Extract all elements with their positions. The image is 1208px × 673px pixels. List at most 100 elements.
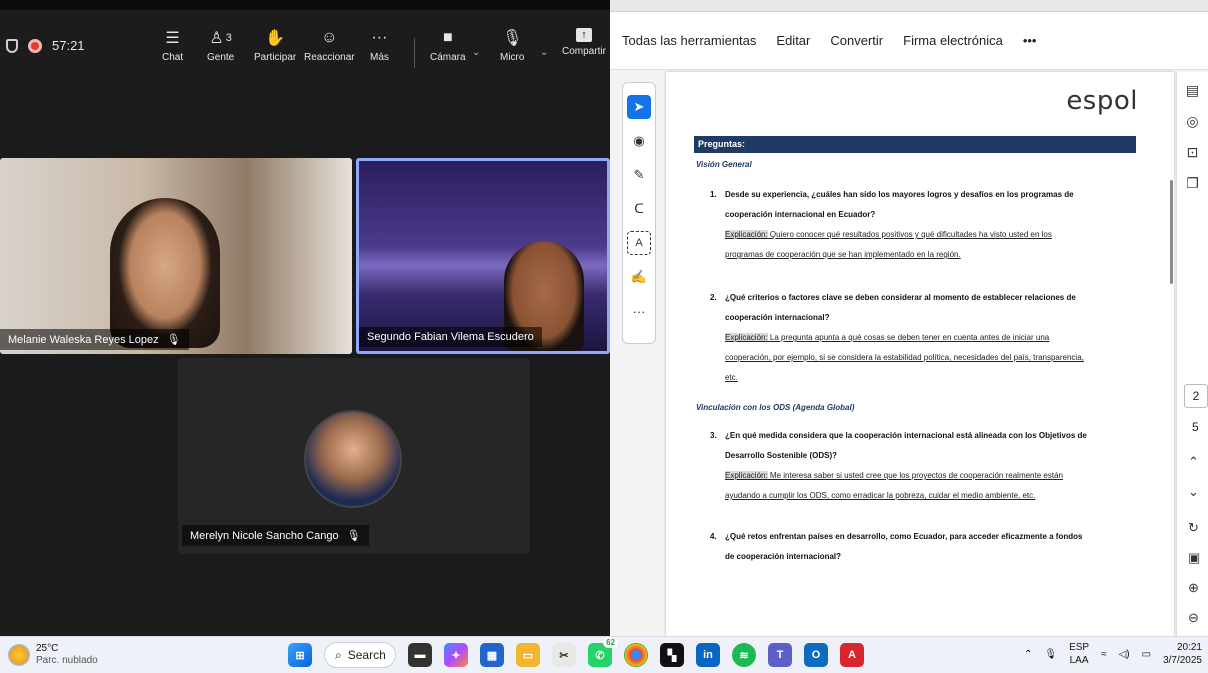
record-icon[interactable] bbox=[28, 38, 42, 53]
video-tile[interactable]: Melanie Waleska Reyes Lopez 🎙 bbox=[0, 158, 352, 354]
text-box-icon[interactable]: A bbox=[627, 231, 651, 255]
ai-assistant-icon[interactable]: ▤ bbox=[1186, 82, 1199, 99]
explanation-label: Explicación: bbox=[725, 230, 768, 239]
question-text: ¿Qué retos enfrentan países en desarroll… bbox=[725, 532, 1083, 541]
video-tile-active-speaker[interactable]: Segundo Fabian Vilema Escudero bbox=[356, 158, 610, 354]
people-button[interactable]: ♙ 3 Gente bbox=[207, 28, 234, 63]
video-tile[interactable]: Merelyn Nicole Sancho Cango 🎙 bbox=[178, 358, 530, 554]
menu-more[interactable]: ••• bbox=[1023, 33, 1037, 48]
explanation-text: Quiero conocer qué resultados positivos … bbox=[767, 230, 1052, 239]
raise-hand-icon: ✋ bbox=[265, 30, 286, 47]
mic-button[interactable]: 🎙 Micro bbox=[500, 28, 524, 63]
participant-name-tag: Segundo Fabian Vilema Escudero bbox=[359, 327, 542, 347]
system-tray: ⌃ 🎙 ESP LAA ≈ ◁) ▭ 20:21 3/7/2025 bbox=[1024, 641, 1202, 667]
windows-start-icon[interactable]: ⊞ bbox=[288, 643, 312, 667]
question-number: 3. bbox=[710, 431, 717, 440]
bookmarks-icon[interactable]: ⊡ bbox=[1187, 144, 1199, 161]
language-indicator[interactable]: ESP LAA bbox=[1069, 641, 1089, 667]
mic-muted-icon[interactable]: 🎙 bbox=[1044, 649, 1057, 660]
chat-icon: ☰ bbox=[165, 30, 180, 47]
task-view-icon[interactable]: ▬ bbox=[408, 643, 432, 667]
vertical-scrollbar[interactable] bbox=[1170, 180, 1173, 284]
question-explanation: Explicación: La pregunta apunta a qué co… bbox=[725, 328, 1130, 348]
highlight-pen-icon[interactable]: ✎ bbox=[627, 163, 651, 187]
shield-icon[interactable] bbox=[6, 38, 18, 53]
page-fit-icon[interactable]: ▣ bbox=[1188, 550, 1200, 566]
teams-icon[interactable]: T bbox=[768, 643, 792, 667]
explanation-label: Explicación: bbox=[725, 471, 768, 480]
mic-muted-icon: 🎙 bbox=[346, 530, 361, 542]
date: 3/7/2025 bbox=[1163, 655, 1202, 666]
question-item: 4. ¿Qué retos enfrentan países en desarr… bbox=[710, 527, 1130, 567]
explanation-text: cooperación, por ejemplo, si se consider… bbox=[725, 353, 1084, 362]
comments-icon[interactable]: ◎ bbox=[1186, 113, 1198, 130]
camera-button[interactable]: ■ Cámara bbox=[430, 28, 466, 63]
mic-muted-icon: 🎙 bbox=[166, 334, 181, 346]
mic-chevron-icon[interactable]: ⌄ bbox=[540, 47, 548, 58]
comment-icon[interactable]: ◉ bbox=[627, 129, 651, 153]
share-button[interactable]: ↑ Compartir bbox=[562, 28, 606, 57]
participant-name-tag: Melanie Waleska Reyes Lopez 🎙 bbox=[0, 329, 189, 350]
copilot-icon[interactable]: ✦ bbox=[444, 643, 468, 667]
pages-icon[interactable]: ❐ bbox=[1186, 175, 1199, 192]
menu-convert[interactable]: Convertir bbox=[830, 33, 883, 48]
whatsapp-icon[interactable]: ✆ 62 bbox=[588, 637, 618, 667]
search-icon: ⌕ bbox=[335, 647, 342, 662]
share-label: Compartir bbox=[562, 46, 606, 57]
page-total: 5 bbox=[1192, 420, 1199, 434]
file-explorer-icon[interactable]: ▭ bbox=[516, 643, 540, 667]
menu-e-sign[interactable]: Firma electrónica bbox=[903, 33, 1003, 48]
question-number: 2. bbox=[710, 293, 717, 302]
zoom-meeting-window: 57:21 ☰ Chat ♙ 3 Gente ✋ Participar ☺ Rea… bbox=[0, 0, 610, 636]
windows-taskbar: 25°C Parc. nublado ⊞ ⌕ Search ▬ ✦ ▦ ▭ ✂ … bbox=[0, 636, 1208, 673]
chevron-down-icon[interactable]: ⌄ bbox=[1188, 484, 1199, 500]
outlook-icon[interactable]: O bbox=[804, 643, 828, 667]
chrome-icon[interactable] bbox=[624, 643, 648, 667]
people-count: 3 bbox=[225, 32, 232, 44]
question-text: cooperación internacional en Ecuador? bbox=[725, 210, 876, 219]
raise-hand-button[interactable]: ✋ Participar bbox=[254, 28, 296, 63]
linkedin-icon[interactable]: in bbox=[696, 643, 720, 667]
menu-edit[interactable]: Editar bbox=[776, 33, 810, 48]
chevron-up-icon[interactable]: ⌃ bbox=[1188, 454, 1199, 470]
share-icon: ↑ bbox=[575, 28, 592, 42]
more-button[interactable]: ··· Más bbox=[370, 28, 389, 63]
sticky-notes-icon[interactable]: ▚ bbox=[660, 643, 684, 667]
camera-chevron-icon[interactable]: ⌄ bbox=[472, 47, 480, 58]
question-text: ¿Qué criterios o factores clave se deben… bbox=[725, 293, 1076, 302]
tab-strip bbox=[610, 0, 1208, 12]
spotify-icon[interactable]: ≋ bbox=[732, 643, 756, 667]
explanation-text: ayudando a cumplir los ODS, como erradic… bbox=[725, 491, 1036, 500]
wifi-icon[interactable]: ≈ bbox=[1101, 649, 1107, 660]
refresh-icon[interactable]: ↻ bbox=[1188, 520, 1199, 536]
mic-muted-icon: 🎙 bbox=[502, 30, 523, 47]
battery-icon[interactable]: ▭ bbox=[1142, 649, 1151, 660]
select-cursor-icon[interactable]: ➤ bbox=[627, 95, 651, 119]
section-title: Vinculación con los ODS (Agenda Global) bbox=[696, 403, 855, 412]
weather-widget[interactable]: 25°C Parc. nublado bbox=[8, 643, 98, 667]
lasso-draw-icon[interactable]: ᑕ bbox=[627, 197, 651, 221]
acrobat-icon[interactable]: A bbox=[840, 643, 864, 667]
chevron-up-icon[interactable]: ⌃ bbox=[1024, 649, 1032, 660]
participant-avatar bbox=[304, 410, 402, 508]
more-tools-icon[interactable]: ··· bbox=[627, 299, 651, 323]
pdf-viewer-window: Todas las herramientas Editar Convertir … bbox=[610, 0, 1208, 636]
page-number-input[interactable]: 2 bbox=[1184, 384, 1208, 408]
taskbar-search[interactable]: ⌕ Search bbox=[324, 642, 396, 668]
store-icon[interactable]: ▦ bbox=[480, 643, 504, 667]
zoom-in-icon[interactable]: ⊕ bbox=[1188, 580, 1199, 596]
camera-label: Cámara bbox=[430, 52, 466, 63]
clock[interactable]: 20:21 3/7/2025 bbox=[1163, 641, 1202, 667]
react-button[interactable]: ☺ Reaccionar bbox=[304, 28, 355, 63]
question-number: 4. bbox=[710, 532, 717, 541]
zoom-out-icon[interactable]: ⊖ bbox=[1188, 610, 1199, 626]
volume-icon[interactable]: ◁) bbox=[1119, 649, 1130, 660]
chat-button[interactable]: ☰ Chat bbox=[162, 28, 183, 63]
section-title: Visión General bbox=[696, 160, 752, 169]
recording-status: 57:21 bbox=[6, 38, 85, 53]
menu-all-tools[interactable]: Todas las herramientas bbox=[622, 33, 756, 48]
snipping-tool-icon[interactable]: ✂ bbox=[552, 643, 576, 667]
sign-icon[interactable]: ✍ bbox=[627, 265, 651, 289]
question-text: ¿En qué medida considera que la cooperac… bbox=[725, 431, 1087, 440]
more-label: Más bbox=[370, 52, 389, 63]
